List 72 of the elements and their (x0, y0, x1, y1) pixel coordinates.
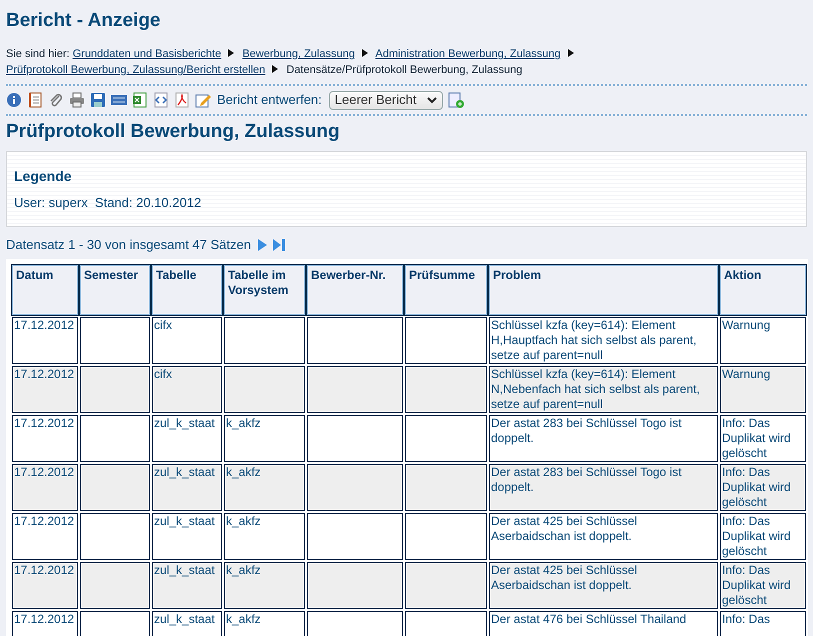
report-select[interactable]: Leerer Bericht (328, 90, 443, 110)
report-title: Prüfprotokoll Bewerbung, Zulassung (6, 120, 341, 144)
table-cell: Info: Das Duplikat wird gelöscht (720, 415, 806, 462)
table-cell: 17.12.2012 (12, 513, 78, 560)
table-cell: zul_k_staat (152, 464, 222, 511)
column-header: Tabelle (152, 265, 222, 315)
info-icon[interactable] (6, 92, 22, 108)
table-cell: Info: Das (720, 611, 806, 636)
table-cell: Info: Das Duplikat wird gelöscht (720, 513, 806, 560)
table-cell: 17.12.2012 (12, 415, 78, 462)
design-report-label: Bericht entwerfen: (217, 91, 322, 110)
printer-icon[interactable] (69, 92, 85, 108)
table-cell: Schlüssel kzfa (key=614): Element H,Hauptfach hat sich selbst als parent, setze auf parent=null (489, 317, 718, 364)
legend-text: User: superx Stand: 20.10.2012 (14, 194, 202, 212)
next-page-icon[interactable] (256, 239, 267, 251)
page-title: Bericht - Anzeige (6, 9, 162, 33)
table-cell: Der astat 476 bei Schlüssel Thailand (489, 611, 718, 636)
table-cell: Der astat 425 bei Schlüssel Aserbaidschan ist doppelt. (489, 562, 718, 609)
edit-icon[interactable] (195, 92, 211, 108)
breadcrumb-arrow-icon (272, 65, 278, 73)
table-cell: Warnung (720, 317, 806, 364)
record-count: Datensatz 1 - 30 von insgesamt 47 Sätzen (6, 236, 251, 254)
column-header: Tabelle im Vorsystem (224, 265, 305, 315)
save-icon[interactable] (90, 92, 106, 108)
table-cell: zul_k_staat (152, 562, 222, 609)
breadcrumb-current: Datensätze/Prüfprotokoll Bewerbung, Zulassung (286, 64, 522, 76)
legend-title: Legende (14, 167, 73, 186)
column-header: Semester (80, 265, 150, 315)
table-cell: 17.12.2012 (12, 464, 78, 511)
table-cell: Schlüssel kzfa (key=614): Element N,Nebenfach hat sich selbst als parent, setze auf parent=null (489, 366, 718, 413)
html-file-icon[interactable] (111, 92, 127, 108)
last-page-icon[interactable] (272, 239, 285, 251)
table-cell: Info: Das Duplikat wird gelöscht (720, 562, 806, 609)
breadcrumb-arrow-icon (228, 49, 234, 57)
column-header: Prüfsumme (405, 265, 487, 315)
table-cell: k_akfz (224, 611, 305, 636)
table-cell: 17.12.2012 (12, 611, 78, 636)
breadcrumb-link[interactable]: Administration Bewerbung, Zulassung (375, 48, 561, 60)
table-cell: 17.12.2012 (12, 317, 78, 364)
table-cell: Der astat 425 bei Schlüssel Aserbaidschan ist doppelt. (489, 513, 718, 560)
column-header: Bewerber-Nr. (307, 265, 403, 315)
table-cell: Der astat 283 bei Schlüssel Togo ist doppelt. (489, 415, 718, 462)
column-header: Datum (12, 265, 78, 315)
table-cell: 17.12.2012 (12, 562, 78, 609)
new-document-icon[interactable] (448, 92, 464, 108)
table-cell: k_akfz (224, 562, 305, 609)
breadcrumb-link[interactable]: Grunddaten und Basisberichte (72, 48, 222, 60)
table-cell: cifx (152, 366, 222, 413)
table-cell: zul_k_staat (152, 415, 222, 462)
table-cell: k_akfz (224, 513, 305, 560)
table-cell: k_akfz (224, 415, 305, 462)
table-cell: Der astat 283 bei Schlüssel Togo ist doppelt. (489, 464, 718, 511)
table-cell: k_akfz (224, 464, 305, 511)
code-file-icon[interactable] (153, 92, 169, 108)
pdf-icon[interactable] (174, 92, 190, 108)
breadcrumb-arrow-icon (362, 49, 368, 57)
breadcrumb-link[interactable]: Prüfprotokoll Bewerbung, Zulassung/Bericht erstellen (6, 64, 266, 76)
table-cell: zul_k_staat (152, 513, 222, 560)
table-cell: zul_k_staat (152, 611, 222, 636)
caret-icon (426, 96, 437, 104)
notebook-icon[interactable] (27, 92, 43, 108)
column-header: Problem (489, 265, 718, 315)
table-cell: Info: Das Duplikat wird gelöscht (720, 464, 806, 511)
column-header: Aktion (720, 265, 806, 315)
breadcrumb-arrow-icon (568, 49, 574, 57)
breadcrumb-label: Sie sind hier: (6, 48, 70, 60)
breadcrumb-link[interactable]: Bewerbung, Zulassung (242, 48, 355, 60)
table-cell: 17.12.2012 (12, 366, 78, 413)
paperclip-icon[interactable] (48, 92, 64, 108)
table-cell: Warnung (720, 366, 806, 413)
spreadsheet-icon[interactable] (132, 92, 148, 108)
table-cell: cifx (152, 317, 222, 364)
